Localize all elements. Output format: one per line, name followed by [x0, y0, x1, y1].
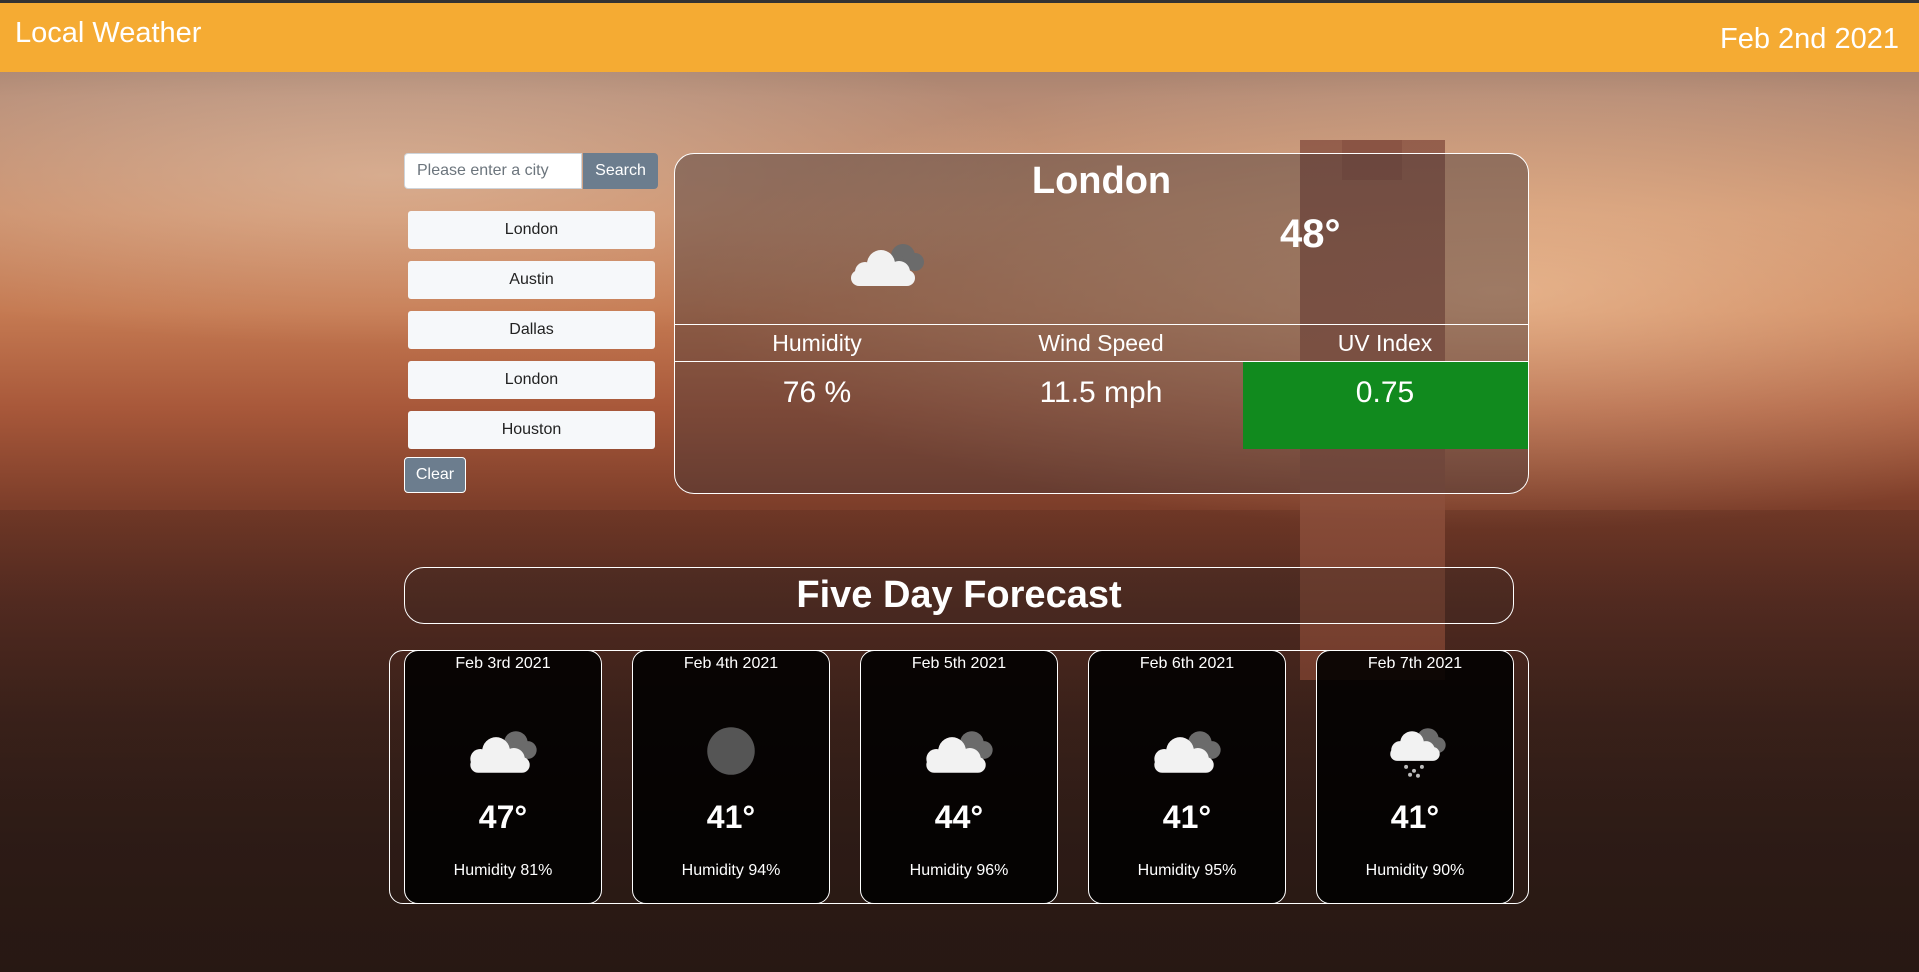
forecast-title: Five Day Forecast	[404, 567, 1514, 624]
current-date: Feb 2nd 2021	[1720, 23, 1899, 55]
history-item-austin[interactable]: Austin	[408, 261, 655, 299]
forecast-temperature: 41°	[706, 799, 756, 835]
forecast-day-card: Feb 7th 2021 41° Humidity 90%	[1316, 650, 1514, 904]
clear-history-button[interactable]: Clear	[404, 457, 466, 493]
forecast-date: Feb 6th 2021	[1139, 655, 1235, 672]
humidity-label: Humidity	[772, 330, 862, 356]
history-item-london[interactable]: London	[408, 211, 655, 249]
forecast-day-card: Feb 6th 2021 41° Humidity 95%	[1088, 650, 1286, 904]
forecast-temperature: 44°	[934, 799, 984, 835]
rain-icon	[1390, 728, 1446, 778]
history-item-london-2[interactable]: London	[408, 361, 655, 399]
app-title: Local Weather	[15, 17, 202, 49]
forecast-humidity: Humidity 94%	[681, 862, 781, 879]
forecast-humidity: Humidity 95%	[1137, 862, 1237, 879]
current-temperature: 48°	[1280, 212, 1341, 256]
humidity-value: 76 %	[782, 376, 852, 409]
forecast-date: Feb 3rd 2021	[455, 655, 551, 672]
forecast-temperature: 47°	[478, 799, 528, 835]
forecast-humidity: Humidity 90%	[1365, 862, 1465, 879]
current-weather-panel: London 48° Humidity Wind Speed UV Index …	[674, 153, 1529, 494]
stats-divider-top	[675, 324, 1528, 325]
uv-index-label: UV Index	[1337, 330, 1433, 356]
history-item-dallas[interactable]: Dallas	[408, 311, 655, 349]
app-header: Local Weather Feb 2nd 2021	[0, 3, 1919, 72]
city-search-input[interactable]	[404, 153, 582, 189]
forecast-day-card: Feb 3rd 2021 47° Humidity 81%	[404, 650, 602, 904]
wind-speed-label: Wind Speed	[1038, 330, 1164, 356]
cloudy-icon	[470, 731, 537, 773]
search-history-list: London Austin Dallas London Houston	[408, 211, 655, 461]
search-button[interactable]: Search	[583, 153, 658, 189]
history-item-houston[interactable]: Houston	[408, 411, 655, 449]
current-city-name: London	[1031, 160, 1172, 202]
clear-night-icon	[707, 727, 755, 775]
forecast-temperature: 41°	[1390, 799, 1440, 835]
forecast-humidity: Humidity 81%	[453, 862, 553, 879]
forecast-date: Feb 4th 2021	[683, 655, 779, 672]
forecast-humidity: Humidity 96%	[909, 862, 1009, 879]
forecast-date: Feb 7th 2021	[1367, 655, 1463, 672]
forecast-day-card: Feb 5th 2021 44° Humidity 96%	[860, 650, 1058, 904]
forecast-date: Feb 5th 2021	[911, 655, 1007, 672]
cloudy-icon	[1154, 731, 1221, 773]
forecast-day-card: Feb 4th 2021 41° Humidity 94%	[632, 650, 830, 904]
forecast-temperature: 41°	[1162, 799, 1212, 835]
cloudy-icon	[926, 731, 993, 773]
uv-index-value: 0.75	[1355, 376, 1415, 409]
cloudy-icon	[851, 244, 924, 286]
wind-speed-value: 11.5 mph	[1039, 376, 1163, 409]
